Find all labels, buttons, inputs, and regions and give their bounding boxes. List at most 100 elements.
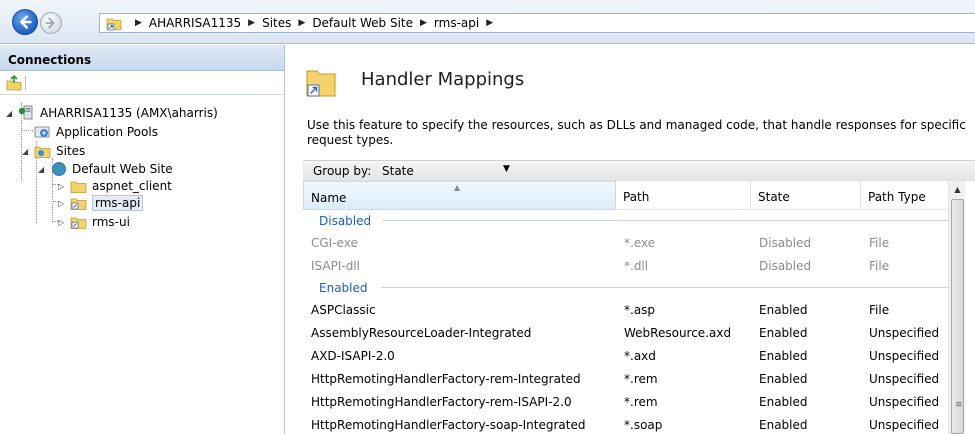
group-divider <box>381 287 948 288</box>
group-divider <box>383 220 948 221</box>
table-row[interactable]: HttpRemotingHandlerFactory-rem-Integrate… <box>303 367 948 390</box>
cell-name: HttpRemotingHandlerFactory-rem-ISAPI-2.0 <box>311 394 572 409</box>
breadcrumb-item-sites[interactable]: Sites <box>262 16 291 30</box>
tree-node-default-web-site[interactable]: ◢ Default Web Site <box>38 160 173 178</box>
breadcrumb-separator-icon[interactable]: ▶ <box>298 18 305 28</box>
group-header-enabled[interactable]: Enabled <box>303 277 948 298</box>
cell-path: *.soap <box>624 417 663 432</box>
forward-arrow-icon <box>45 17 55 29</box>
tree-node-rms-ui[interactable]: ▷ rms-ui <box>58 213 130 231</box>
cell-path-type: File <box>869 302 890 317</box>
breadcrumb[interactable]: ▶ AHARRISA1135 ▶ Sites ▶ Default Web Sit… <box>99 13 975 33</box>
tree-node-application-pools[interactable]: Application Pools <box>34 123 158 141</box>
folder-icon <box>70 181 87 193</box>
scroll-up-arrow-icon[interactable]: ▲ <box>949 181 966 198</box>
cell-state: Disabled <box>759 258 812 273</box>
breadcrumb-separator-icon: ▶ <box>135 18 142 28</box>
address-bar: ▶ AHARRISA1135 ▶ Sites ▶ Default Web Sit… <box>0 0 975 44</box>
breadcrumb-item-default-site[interactable]: Default Web Site <box>312 16 413 30</box>
site-folder-icon <box>106 18 122 31</box>
tree-label-application-pools: Application Pools <box>56 125 158 139</box>
cell-path-type: File <box>869 258 890 273</box>
breadcrumb-separator-icon[interactable]: ▶ <box>248 18 255 28</box>
table-row[interactable]: HttpRemotingHandlerFactory-rem-ISAPI-2.0… <box>303 390 948 413</box>
connections-pane: Connections ◢ AHARRISA1135 (AMX\aharris) <box>0 45 285 434</box>
cell-path: *.axd <box>624 348 656 363</box>
group-by-select[interactable]: State <box>382 164 414 178</box>
table-row[interactable]: ISAPI-dll *.dll Disabled File <box>303 254 948 277</box>
globe-icon <box>52 162 66 176</box>
tree-node-rms-api[interactable]: ▷ rms-api <box>58 194 144 212</box>
application-pools-icon <box>34 126 50 138</box>
group-label: Enabled <box>319 281 368 295</box>
handler-mappings-icon <box>306 70 336 97</box>
connections-toolbar <box>0 71 284 95</box>
connections-title: Connections <box>0 45 284 71</box>
column-header-name[interactable]: ▲ Name <box>303 181 616 210</box>
column-header-path[interactable]: Path <box>616 181 751 210</box>
scrollbar-thumb[interactable]: ≡ <box>951 199 964 434</box>
cell-path: *.rem <box>624 394 658 409</box>
tree-node-server[interactable]: ◢ AHARRISA1135 (AMX\aharris) <box>6 104 218 122</box>
column-header-state[interactable]: State <box>751 181 861 210</box>
breadcrumb-separator-icon[interactable]: ▶ <box>420 18 427 28</box>
cell-path: WebResource.axd <box>624 325 732 340</box>
expand-arrow-icon[interactable]: ▷ <box>58 199 68 208</box>
sort-ascending-icon: ▲ <box>454 183 461 192</box>
breadcrumb-separator-icon[interactable]: ▶ <box>486 18 493 28</box>
cell-path-type: File <box>869 235 890 250</box>
cell-path: *.rem <box>624 371 658 386</box>
cell-state: Enabled <box>759 394 808 409</box>
table-row[interactable]: ASPClassic *.asp Enabled File <box>303 298 948 321</box>
tree-node-aspnet-client[interactable]: ▷ aspnet_client <box>58 177 172 195</box>
feature-description: Use this feature to specify the resource… <box>307 118 966 147</box>
group-label: Disabled <box>319 214 372 228</box>
cell-name: ASPClassic <box>311 302 376 317</box>
cell-name: ISAPI-dll <box>311 258 360 273</box>
back-arrow-icon <box>20 15 32 29</box>
back-button[interactable] <box>12 9 38 35</box>
column-header-path-type[interactable]: Path Type <box>861 181 948 210</box>
cell-state: Disabled <box>759 235 812 250</box>
server-icon <box>18 105 33 120</box>
cell-path: *.exe <box>624 235 656 250</box>
handler-mappings-grid: ▲ Name Path State Path Type Disabled CGI… <box>303 181 975 434</box>
group-by-bar: Group by: State ▼ <box>303 160 975 181</box>
cell-state: Enabled <box>759 417 808 432</box>
feature-pane: Handler Mappings Use this feature to spe… <box>291 45 975 434</box>
table-row[interactable]: HttpRemotingHandlerFactory-soap-Integrat… <box>303 413 948 434</box>
cell-name: HttpRemotingHandlerFactory-rem-Integrate… <box>311 371 581 386</box>
tree-label-default-web-site: Default Web Site <box>72 162 173 176</box>
breadcrumb-item-server[interactable]: AHARRISA1135 <box>149 16 241 30</box>
dropdown-arrow-icon[interactable]: ▼ <box>503 164 510 174</box>
tree-label-sites: Sites <box>56 144 86 158</box>
cell-path-type: Unspecified <box>869 417 940 432</box>
vertical-scrollbar[interactable]: ▲ ≡ <box>948 181 965 434</box>
cell-state: Enabled <box>759 325 808 340</box>
group-by-label: Group by: <box>313 164 372 178</box>
breadcrumb-item-rms-api[interactable]: rms-api <box>434 16 479 30</box>
collapse-arrow-icon[interactable]: ◢ <box>38 165 48 174</box>
grid-header: ▲ Name Path State Path Type <box>303 181 948 210</box>
table-row[interactable]: AssemblyResourceLoader-Integrated WebRes… <box>303 321 948 344</box>
cell-name: AssemblyResourceLoader-Integrated <box>311 325 532 340</box>
tree-label-rms-ui: rms-ui <box>92 215 130 229</box>
column-label-name: Name <box>311 191 347 205</box>
expand-arrow-icon[interactable]: ▷ <box>58 182 68 191</box>
application-folder-icon <box>70 217 87 229</box>
group-header-disabled[interactable]: Disabled <box>303 210 948 231</box>
table-row[interactable]: CGI-exe *.exe Disabled File <box>303 231 948 254</box>
expand-arrow-icon[interactable]: ▷ <box>58 218 68 227</box>
toolbar-divider <box>25 76 26 90</box>
forward-button[interactable] <box>40 12 62 34</box>
collapse-arrow-icon[interactable]: ◢ <box>6 109 16 118</box>
cell-path-type: Unspecified <box>869 371 940 386</box>
cell-path-type: Unspecified <box>869 325 940 340</box>
application-folder-icon <box>70 198 87 210</box>
create-connection-icon[interactable] <box>6 75 22 91</box>
cell-path: *.asp <box>624 302 656 317</box>
cell-name: HttpRemotingHandlerFactory-soap-Integrat… <box>311 417 586 432</box>
tree-node-sites[interactable]: ◢ Sites <box>22 142 85 160</box>
table-row[interactable]: AXD-ISAPI-2.0 *.axd Enabled Unspecified <box>303 344 948 367</box>
collapse-arrow-icon[interactable]: ◢ <box>22 147 32 156</box>
